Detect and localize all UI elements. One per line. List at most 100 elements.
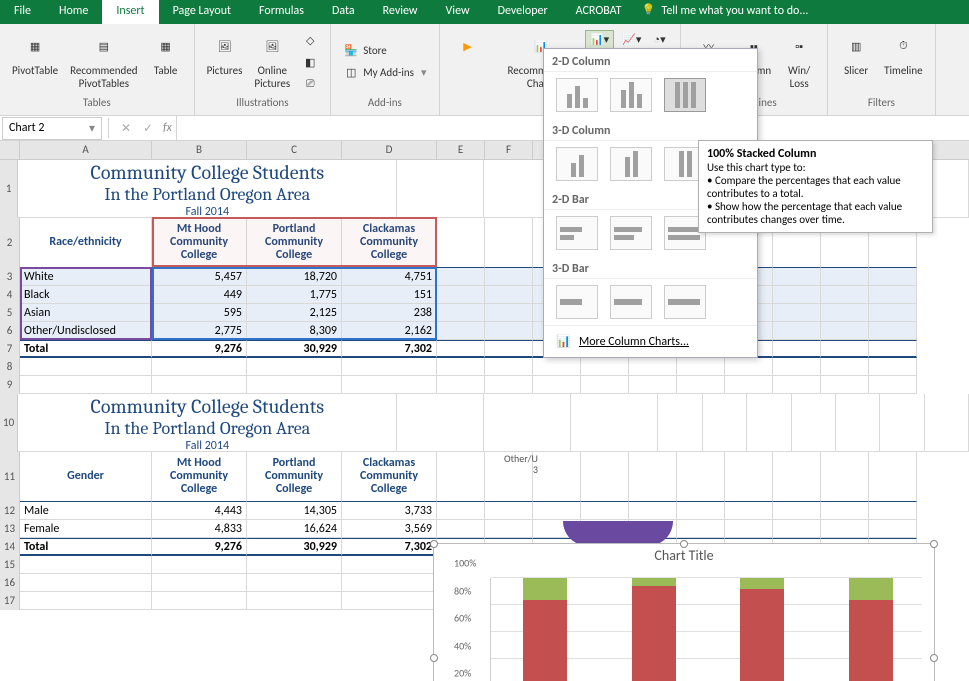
table2-col3[interactable]: Clackamas Community College: [342, 452, 437, 502]
cell[interactable]: [677, 358, 725, 376]
cell[interactable]: [342, 376, 437, 394]
row-header-13[interactable]: 13: [0, 520, 20, 538]
cell[interactable]: [821, 340, 869, 358]
cell[interactable]: [581, 502, 629, 520]
cell[interactable]: [821, 268, 869, 286]
cell[interactable]: [437, 376, 485, 394]
chart-bar[interactable]: [849, 578, 893, 681]
row-header-10[interactable]: 10: [0, 394, 18, 452]
cell[interactable]: [485, 340, 533, 358]
table1-row-label[interactable]: Black: [20, 286, 152, 304]
table1-rowhdr[interactable]: Race/ethnicity: [20, 218, 152, 268]
cell[interactable]: [677, 452, 725, 502]
table1-row-label[interactable]: Other/Undisclosed: [20, 322, 152, 340]
cell[interactable]: [821, 502, 869, 520]
cell[interactable]: [821, 304, 869, 322]
table1-col3[interactable]: Clackamas Community College: [342, 218, 437, 268]
chart-bar[interactable]: [740, 578, 784, 681]
table1-total-label[interactable]: Total: [20, 340, 152, 358]
cell[interactable]: [152, 574, 247, 592]
table2-total[interactable]: 9,276: [152, 538, 247, 556]
pie-chart-dropdown[interactable]: ◔▾: [649, 30, 669, 49]
table2-total[interactable]: 7,302: [342, 538, 437, 556]
cell[interactable]: [485, 304, 533, 322]
table2-val[interactable]: 4,443: [152, 502, 247, 520]
tab-acrobat[interactable]: ACROBAT: [562, 0, 636, 24]
cell[interactable]: [747, 394, 791, 452]
cell[interactable]: [247, 574, 342, 592]
tab-view[interactable]: View: [432, 0, 484, 24]
table1-val[interactable]: 5,457: [152, 268, 247, 286]
3d-stacked-column-option[interactable]: [610, 147, 652, 181]
cell[interactable]: [773, 268, 821, 286]
cell[interactable]: [677, 502, 725, 520]
bing-maps-button[interactable]: ▶: [448, 28, 488, 64]
cell[interactable]: [725, 452, 773, 502]
cell[interactable]: [342, 574, 437, 592]
fx-icon[interactable]: fx: [163, 121, 172, 135]
table1-total[interactable]: 7,302: [342, 340, 437, 358]
cell[interactable]: [571, 394, 658, 452]
column-chart-dropdown[interactable]: 📊▾: [585, 30, 614, 49]
table1-row-label[interactable]: White: [20, 268, 152, 286]
cell[interactable]: [703, 394, 747, 452]
cell[interactable]: [773, 452, 821, 502]
tab-home[interactable]: Home: [45, 0, 102, 24]
table1-val[interactable]: 4,751: [342, 268, 437, 286]
screenshot-button[interactable]: ⎚: [298, 74, 322, 94]
cell[interactable]: [437, 452, 485, 502]
cell[interactable]: [437, 358, 485, 376]
table1-val[interactable]: 2,162: [342, 322, 437, 340]
cell[interactable]: [773, 358, 821, 376]
cell[interactable]: [437, 304, 485, 322]
cell[interactable]: [485, 218, 533, 268]
cell[interactable]: [20, 592, 152, 610]
line-chart-dropdown[interactable]: 📈▾: [618, 30, 645, 49]
cell[interactable]: [821, 286, 869, 304]
tab-data[interactable]: Data: [318, 0, 369, 24]
table2-val[interactable]: 14,305: [247, 502, 342, 520]
table1-total[interactable]: 9,276: [152, 340, 247, 358]
pivottable-button[interactable]: ▦PivotTable: [8, 28, 62, 79]
row-header-2[interactable]: 2: [0, 218, 20, 268]
cell[interactable]: [437, 322, 485, 340]
my-addins-button[interactable]: ◫My Add-ins▾: [339, 62, 430, 82]
cell[interactable]: [629, 376, 677, 394]
col-header-B[interactable]: B: [152, 141, 247, 159]
cell[interactable]: [629, 358, 677, 376]
cell[interactable]: [437, 218, 485, 268]
table2-val[interactable]: 3,733: [342, 502, 437, 520]
cell[interactable]: [629, 452, 677, 502]
cell[interactable]: [152, 556, 247, 574]
table1-col2[interactable]: Portland Community College: [247, 218, 342, 268]
cell[interactable]: [397, 394, 484, 452]
more-column-charts-option[interactable]: 📊More Column Charts...: [544, 325, 757, 357]
row-header-6[interactable]: 6: [0, 322, 20, 340]
row-header-3[interactable]: 3: [0, 268, 20, 286]
cell[interactable]: [773, 520, 821, 538]
tab-developer[interactable]: Developer: [484, 0, 562, 24]
cell[interactable]: [437, 286, 485, 304]
col-header-C[interactable]: C: [247, 141, 342, 159]
row-header-9[interactable]: 9: [0, 376, 20, 394]
100pct-stacked-column-option[interactable]: [664, 78, 706, 112]
row-header-11[interactable]: 11: [0, 452, 20, 502]
cell[interactable]: [533, 502, 581, 520]
name-box[interactable]: Chart 2▾: [2, 117, 102, 140]
tell-me-input[interactable]: Tell me what you want to do...: [636, 0, 823, 24]
cell[interactable]: [869, 286, 917, 304]
row-header-8[interactable]: 8: [0, 358, 20, 376]
row-header-7[interactable]: 7: [0, 340, 20, 358]
cell[interactable]: [773, 304, 821, 322]
sparkline-winloss-button[interactable]: ▫▪Win/ Loss: [779, 28, 819, 92]
cell[interactable]: [773, 322, 821, 340]
cell[interactable]: [152, 358, 247, 376]
cell[interactable]: [792, 394, 836, 452]
row-header-12[interactable]: 12: [0, 502, 20, 520]
cell[interactable]: [821, 520, 869, 538]
cell[interactable]: [342, 358, 437, 376]
cell[interactable]: [20, 376, 152, 394]
cell[interactable]: [397, 160, 484, 218]
cell[interactable]: [725, 502, 773, 520]
table1-val[interactable]: 151: [342, 286, 437, 304]
